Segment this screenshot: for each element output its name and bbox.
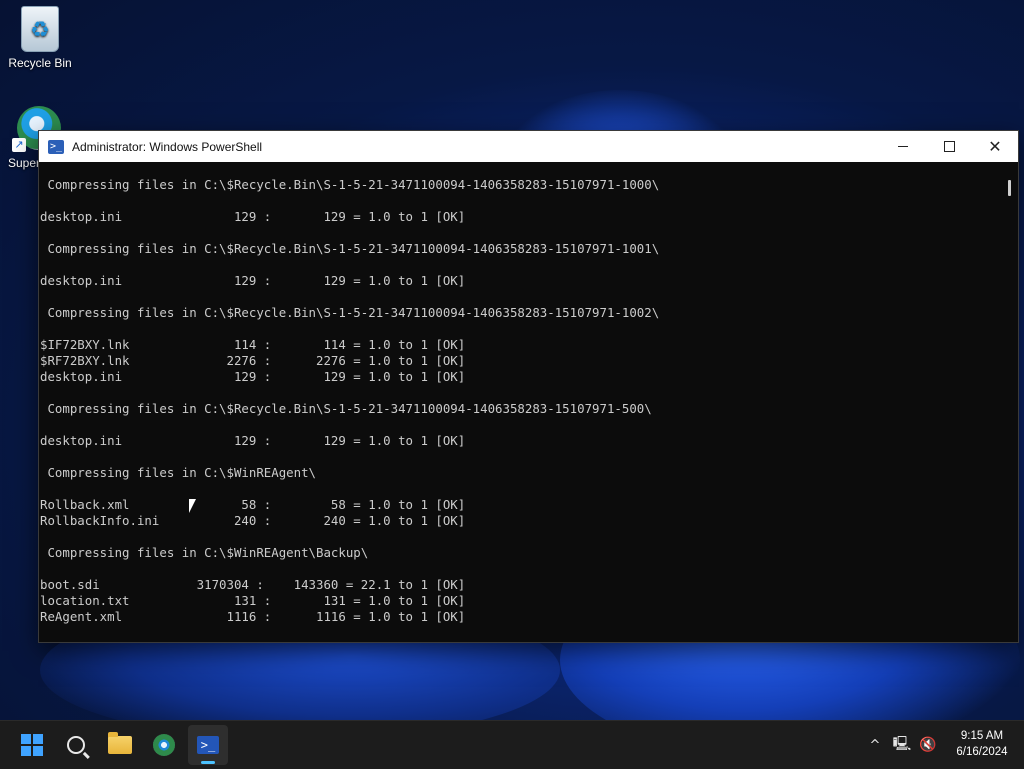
console-section-header: Compressing files in C:\$WinREAgent\Back… (40, 545, 369, 560)
network-icon: 🖳 (892, 736, 912, 752)
console-section-header: Compressing files in C:\$Recycle.Bin\S-1… (40, 305, 660, 320)
powershell-icon: >_ (197, 736, 219, 754)
browser-icon (153, 734, 175, 756)
recycle-bin-icon: ♻ (21, 6, 59, 52)
close-button[interactable]: ✕ (972, 131, 1018, 162)
desktop-icon-label: Super (8, 156, 41, 170)
desktop-icon-recycle-bin[interactable]: ♻ Recycle Bin (2, 6, 78, 70)
close-icon: ✕ (988, 136, 1002, 156)
window-titlebar[interactable]: >_ Administrator: Windows PowerShell ✕ (39, 131, 1018, 162)
console-section-header: Compressing files in C:\$Recycle.Bin\S-1… (40, 241, 660, 256)
clock-date: 6/16/2024 (956, 746, 1008, 758)
file-explorer-button[interactable] (100, 725, 140, 765)
console-file-line: desktop.ini 129 : 129 = 1.0 to 1 [OK] (40, 273, 466, 288)
show-hidden-icons-button[interactable]: ^ (864, 721, 886, 769)
console-file-line: $RF72BXY.lnk 2276 : 2276 = 1.0 to 1 [OK] (40, 353, 466, 368)
console-file-line: desktop.ini 129 : 129 = 1.0 to 1 [OK] (40, 209, 466, 224)
volume-muted-icon: 🔇 (919, 737, 937, 753)
console-file-line: location.txt 131 : 131 = 1.0 to 1 [OK] (40, 593, 466, 608)
console-file-line: desktop.ini 129 : 129 = 1.0 to 1 [OK] (40, 369, 466, 384)
powershell-button[interactable]: >_ (188, 725, 228, 765)
vertical-scrollbar[interactable] (1000, 162, 1018, 640)
search-icon (67, 736, 85, 754)
console-file-line: RollbackInfo.ini 240 : 240 = 1.0 to 1 [O… (40, 513, 466, 528)
shortcut-arrow-icon: ↗ (12, 138, 26, 152)
minimize-icon (898, 146, 908, 147)
folder-icon (108, 732, 132, 754)
start-button[interactable] (12, 725, 52, 765)
console-output[interactable]: Compressing files in C:\$Recycle.Bin\S-1… (39, 162, 999, 640)
chevron-up-icon: ^ (869, 737, 881, 753)
volume-button[interactable]: 🔇 (916, 721, 940, 769)
browser-button[interactable] (144, 725, 184, 765)
powershell-window[interactable]: >_ Administrator: Windows PowerShell ✕ C… (38, 130, 1019, 643)
window-title: Administrator: Windows PowerShell (72, 139, 263, 154)
taskbar: >_ ^ 🖳 🔇 9:15 AM 6/16/2024 (0, 720, 1024, 769)
desktop-icon-label: Recycle Bin (8, 56, 72, 70)
console-file-line: ReAgent.xml 1116 : 1116 = 1.0 to 1 [OK] (40, 609, 466, 624)
taskbar-clock[interactable]: 9:15 AM 6/16/2024 (940, 728, 1024, 760)
search-button[interactable] (56, 725, 96, 765)
console-file-line: Rollback.xml 58 : 58 = 1.0 to 1 [OK] (40, 497, 466, 512)
mouse-cursor-icon (189, 499, 196, 513)
scrollbar-thumb[interactable] (1008, 180, 1011, 196)
console-section-header: Compressing files in C:\$Recycle.Bin\S-1… (40, 401, 652, 416)
maximize-icon (943, 141, 955, 152)
console-section-header: Compressing files in C:\$Recycle.Bin\S-1… (40, 177, 660, 192)
windows-logo-icon (21, 734, 43, 756)
powershell-icon: >_ (48, 139, 64, 154)
minimize-button[interactable] (880, 131, 926, 162)
console-section-header: Compressing files in C:\$WinREAgent\ (40, 465, 317, 480)
console-file-line: desktop.ini 129 : 129 = 1.0 to 1 [OK] (40, 433, 466, 448)
console-file-line: $IF72BXY.lnk 114 : 114 = 1.0 to 1 [OK] (40, 337, 466, 352)
active-indicator (201, 761, 215, 764)
maximize-button[interactable] (926, 131, 972, 162)
network-button[interactable]: 🖳 (890, 721, 914, 769)
clock-time: 9:15 AM (960, 730, 1004, 742)
console-file-line: boot.sdi 3170304 : 143360 = 22.1 to 1 [O… (40, 577, 466, 592)
